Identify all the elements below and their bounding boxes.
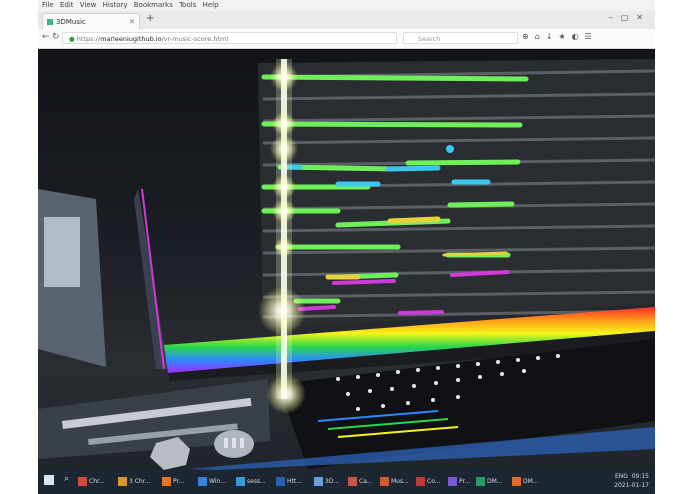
search-input[interactable]: Search	[403, 32, 518, 44]
taskbar-label: DM...	[487, 478, 503, 485]
app-icon	[512, 477, 521, 486]
taskbar-label: Chr...	[89, 478, 105, 485]
app-icon	[476, 477, 485, 486]
left-panel	[38, 188, 168, 370]
taskbar-item[interactable]: 3D...	[314, 474, 339, 490]
toolbar-icons[interactable]: ⊕⌂↓★◐☰	[522, 32, 598, 41]
taskbar-item[interactable]: 3 Chr...	[118, 474, 150, 490]
favicon-icon	[47, 19, 53, 25]
back-icon[interactable]: ←	[42, 32, 50, 42]
taskbar-item[interactable]: Mus...	[380, 474, 409, 490]
taskbar-label: Pr...	[459, 478, 471, 485]
tab-title: 3DMusic	[56, 18, 86, 26]
app-icon	[380, 477, 389, 486]
menu-bar: File Edit View History Bookmarks Tools H…	[38, 0, 655, 11]
menu-file[interactable]: File	[42, 1, 54, 9]
search-placeholder: Search	[418, 35, 441, 43]
app-icon	[162, 477, 171, 486]
taskbar-item[interactable]: Htt...	[276, 474, 302, 490]
app-icon	[78, 477, 87, 486]
lock-icon: ●	[69, 35, 75, 43]
app-icon	[276, 477, 285, 486]
app-icon	[236, 477, 245, 486]
right-margin	[655, 0, 695, 494]
taskbar-item[interactable]: Pr...	[162, 474, 184, 490]
menu-help[interactable]: Help	[203, 1, 219, 9]
app-icon	[348, 477, 357, 486]
app-icon	[416, 477, 425, 486]
url-bar[interactable]: ● https://marleeniugithub.io/vr-music-sc…	[62, 32, 397, 44]
taskbar-item[interactable]: DM...	[476, 474, 503, 490]
app-icon	[198, 477, 207, 486]
tab-strip: 3DMusic ✕ + –▢✕	[38, 11, 655, 30]
new-tab-icon[interactable]: +	[146, 13, 154, 24]
taskbar-label: Pr...	[173, 478, 185, 485]
taskbar-label: 3 Chr...	[129, 478, 151, 485]
url-path: /vr-music-score.html	[161, 35, 229, 43]
taskbar-label: Win...	[209, 478, 226, 485]
menu-view[interactable]: View	[80, 1, 97, 9]
taskbar-item[interactable]: Win...	[198, 474, 226, 490]
gif-frame: File Edit View History Bookmarks Tools H…	[0, 0, 695, 494]
tab-3dmusic[interactable]: 3DMusic ✕	[42, 13, 140, 30]
tray-time: 09:15	[631, 473, 649, 480]
menu-edit[interactable]: Edit	[60, 1, 74, 9]
taskbar-item[interactable]: Pr...	[448, 474, 470, 490]
start-button[interactable]	[44, 475, 54, 485]
search-icon[interactable]: ⌕	[64, 474, 69, 484]
scene-svg	[38, 59, 655, 470]
taskbar-item[interactable]: sess...	[236, 474, 266, 490]
app-icon	[314, 477, 323, 486]
taskbar-item[interactable]: Co...	[416, 474, 440, 490]
console-desk	[38, 379, 270, 470]
menu-history[interactable]: History	[103, 1, 128, 9]
app-icon	[448, 477, 457, 486]
score-wall	[258, 59, 655, 329]
window-controls[interactable]: –▢✕	[609, 13, 651, 22]
taskbar-label: Mus...	[391, 478, 409, 485]
url-host: marleeniugithub.io	[100, 35, 162, 43]
browser-window: File Edit View History Bookmarks Tools H…	[38, 0, 655, 494]
left-margin	[0, 0, 38, 494]
tray-date: 2021-01-17	[614, 482, 649, 489]
taskbar-label: Ca...	[359, 478, 373, 485]
taskbar-item[interactable]: DM...	[512, 474, 539, 490]
taskbar-label: DM...	[523, 478, 539, 485]
taskbar-label: 3D...	[325, 478, 340, 485]
taskbar-label: Co...	[427, 478, 441, 485]
url-prefix: https://	[76, 35, 101, 43]
taskbar-label: sess...	[247, 478, 266, 485]
windows-taskbar: ⌕ Chr... 3 Chr... Pr... Win... sess... H…	[38, 470, 655, 494]
system-tray[interactable]: ENG 09:15 2021-01-17	[614, 472, 649, 490]
tray-lang: ENG	[614, 473, 628, 480]
taskbar-item[interactable]: Ca...	[348, 474, 373, 490]
vr-music-scene[interactable]	[38, 49, 655, 470]
nav-bar: ← ↻ ● https://marleeniugithub.io/vr-musi…	[38, 29, 655, 49]
tab-close-icon[interactable]: ✕	[129, 14, 135, 30]
menu-bookmarks[interactable]: Bookmarks	[134, 1, 173, 9]
taskbar-label: Htt...	[287, 478, 302, 485]
menu-tools[interactable]: Tools	[179, 1, 196, 9]
reload-icon[interactable]: ↻	[52, 32, 60, 42]
taskbar-item[interactable]: Chr...	[78, 474, 105, 490]
app-icon	[118, 477, 127, 486]
